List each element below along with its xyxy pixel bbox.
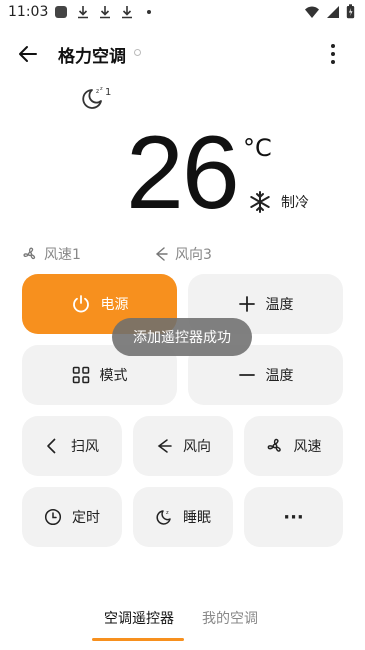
- power-icon: [72, 295, 89, 313]
- timer-label: 定时: [72, 510, 100, 526]
- wind-direction-icon: [155, 247, 168, 261]
- dot: [331, 60, 335, 64]
- temp-down-label: 温度: [265, 368, 294, 384]
- sleep-mode-icon: z z 1: [82, 86, 111, 109]
- sleep-icon: z: [156, 510, 171, 525]
- back-arrow-icon: [19, 46, 37, 62]
- wind-direction-icon: [157, 439, 172, 453]
- fan-direction-info: 风向3: [153, 244, 212, 264]
- toast-message: 添加遥控器成功: [112, 318, 252, 356]
- fan-direction-label: 风向3: [175, 247, 212, 263]
- battery-icon: [346, 4, 355, 19]
- svg-text:z: z: [166, 510, 169, 516]
- online-status-icon: [134, 49, 141, 56]
- mode-label-button: 模式: [99, 368, 128, 384]
- page-title: 格力空调: [58, 47, 126, 67]
- power-label: 电源: [100, 297, 129, 313]
- download-icon: [78, 6, 88, 19]
- status-bar: 11:03: [0, 0, 365, 24]
- swing-button[interactable]: 扫风: [22, 416, 122, 476]
- fan-speed-info: 风速1: [22, 244, 81, 264]
- signal-icon: [327, 5, 339, 18]
- bottom-tabs: 空调遥控器 我的空调: [0, 600, 365, 650]
- direction-label: 风向: [183, 439, 211, 455]
- sleep-label: 睡眠: [183, 510, 211, 526]
- swing-label: 扫风: [71, 439, 99, 455]
- plus-icon: [238, 296, 255, 312]
- fan-icon: [23, 247, 36, 260]
- speed-button[interactable]: 风速: [244, 416, 343, 476]
- app-bar: 格力空调: [0, 32, 365, 76]
- app-notification-icon: [55, 6, 67, 18]
- direction-button[interactable]: 风向: [133, 416, 233, 476]
- more-functions-button[interactable]: ···: [244, 487, 343, 547]
- more-notifications-dot-icon: [147, 10, 151, 14]
- temperature-value: 26: [126, 115, 240, 231]
- mode-label: 制冷: [281, 195, 309, 211]
- fan-speed-label: 风速1: [44, 247, 81, 263]
- tab-indicator: [92, 638, 184, 641]
- svg-text:1: 1: [105, 87, 111, 98]
- speed-label: 风速: [293, 439, 322, 455]
- svg-text:z: z: [96, 88, 99, 95]
- temp-up-label: 温度: [265, 297, 294, 313]
- snowflake-icon: [250, 191, 270, 213]
- temperature-unit: °C: [243, 134, 272, 162]
- tab-remote-control[interactable]: 空调遥控器: [104, 608, 174, 628]
- swing-icon: [47, 438, 56, 454]
- sleep-button[interactable]: z 睡眠: [133, 487, 233, 547]
- fan-icon: [267, 438, 281, 452]
- wifi-icon: [305, 6, 319, 18]
- dot: [331, 44, 335, 48]
- status-time: 11:03: [8, 4, 49, 20]
- timer-button[interactable]: 定时: [22, 487, 122, 547]
- download-icon: [100, 6, 110, 19]
- minus-icon: [238, 374, 255, 376]
- back-button[interactable]: [12, 38, 44, 70]
- more-options-button[interactable]: [321, 40, 345, 68]
- tab-my-ac[interactable]: 我的空调: [202, 608, 258, 628]
- grid-icon: [72, 366, 89, 384]
- more-label: ···: [283, 506, 304, 528]
- download-icon: [122, 6, 132, 19]
- svg-text:z: z: [100, 86, 103, 92]
- dot: [331, 52, 335, 56]
- clock-icon: [44, 508, 62, 526]
